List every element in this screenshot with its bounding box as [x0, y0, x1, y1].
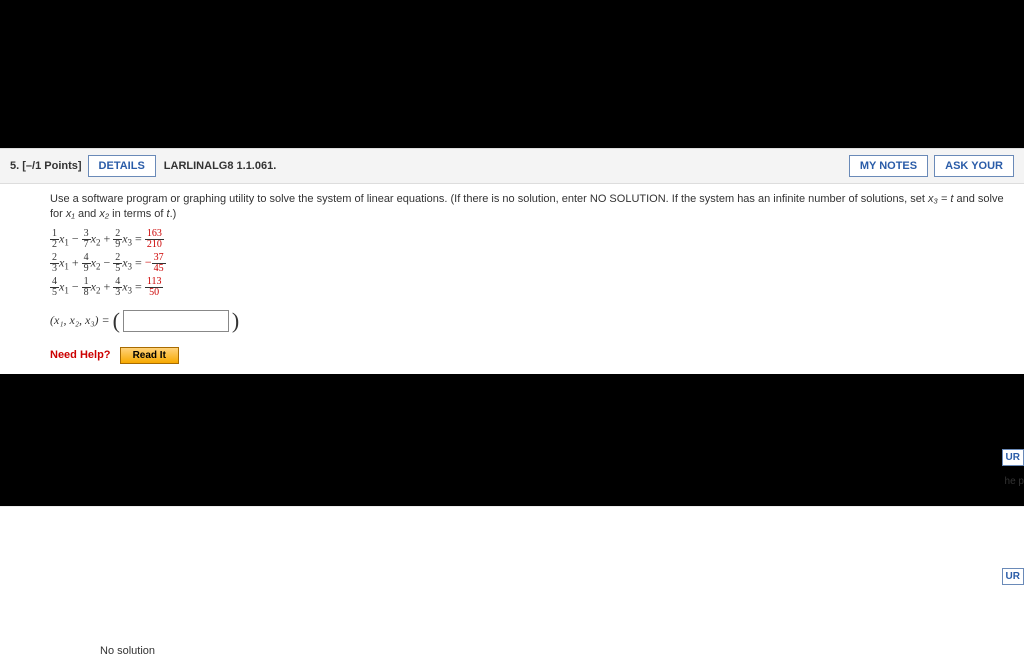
no-solution-text: No solution	[0, 627, 1024, 657]
instruction-text: Use a software program or graphing utili…	[50, 192, 1014, 223]
need-help-label: Need Help?	[50, 349, 111, 361]
partial-button-ur-2[interactable]: UR	[1002, 568, 1024, 585]
question-body: Use a software program or graphing utili…	[0, 184, 1024, 374]
equation-3: 45x1 − 18x2 + 43x3 = 11350	[50, 277, 1014, 298]
answer-row: (x₁, x₂, x₃) = ( )	[50, 306, 1014, 337]
help-row: Need Help? Read It	[50, 347, 1014, 364]
my-notes-button[interactable]: MY NOTES	[849, 155, 928, 177]
question-number: 5. [–/1 Points]	[10, 160, 82, 172]
partial-text-hep: he p	[1005, 476, 1024, 487]
equation-2: 23x1 + 49x2 − 25x3 = −3745	[50, 253, 1014, 274]
lower-region: UR he p UR	[0, 374, 1024, 627]
question-reference: LARLINALG8 1.1.061.	[164, 160, 276, 172]
read-it-button[interactable]: Read It	[120, 347, 179, 364]
partial-button-ur-1[interactable]: UR	[1002, 449, 1024, 466]
answer-label: (x₁, x₂, x₃) =	[50, 313, 113, 327]
equation-1: 12x1 − 37x2 + 29x3 = 163210	[50, 229, 1014, 250]
answer-input[interactable]	[123, 310, 229, 332]
equation-system: 12x1 − 37x2 + 29x3 = 163210 23x1 + 49x2 …	[50, 229, 1014, 298]
top-black-region	[0, 0, 1024, 148]
mid-black-region	[0, 374, 1024, 506]
details-button[interactable]: DETAILS	[88, 155, 156, 177]
ask-teacher-button[interactable]: ASK YOUR	[934, 155, 1014, 177]
question-header: 5. [–/1 Points] DETAILS LARLINALG8 1.1.0…	[0, 148, 1024, 184]
